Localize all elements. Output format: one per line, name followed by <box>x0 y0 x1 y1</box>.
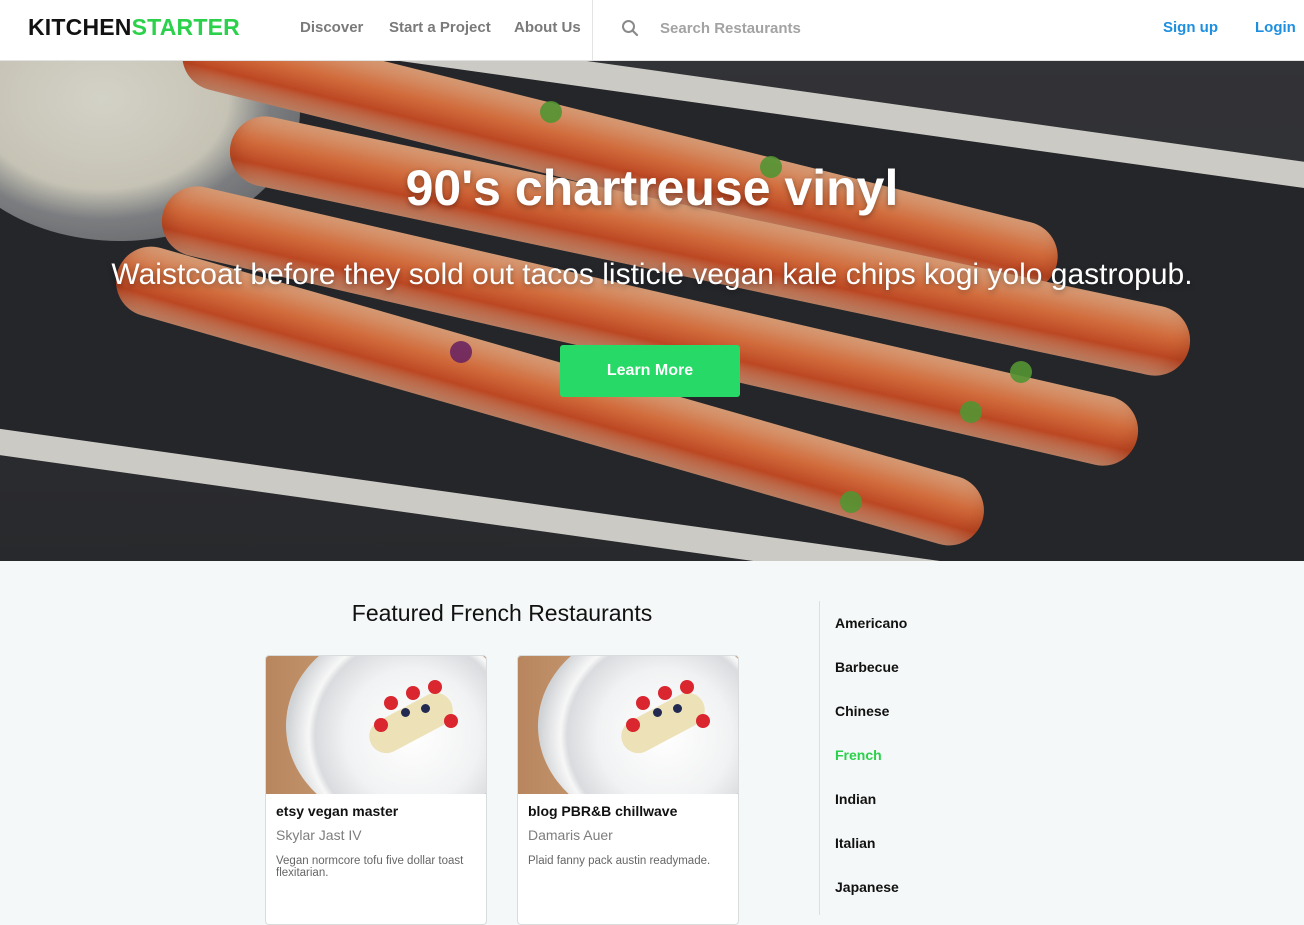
featured-section-title: Featured French Restaurants <box>351 600 653 626</box>
strawberry <box>444 714 458 728</box>
hero-title: 90's chartreuse vinyl <box>405 160 899 216</box>
strawberry <box>696 714 710 728</box>
category-italian[interactable]: Italian <box>835 835 875 851</box>
strawberry <box>636 696 650 710</box>
strawberry <box>680 680 694 694</box>
nav-discover[interactable]: Discover <box>300 19 363 36</box>
restaurant-photo <box>266 656 486 794</box>
strawberry <box>374 718 388 732</box>
blueberry <box>673 704 682 713</box>
logo-starter: STARTER <box>131 14 240 40</box>
search-input[interactable] <box>660 15 960 41</box>
login-link[interactable]: Login <box>1255 19 1296 36</box>
blueberry <box>421 704 430 713</box>
nav-start-project[interactable]: Start a Project <box>389 19 491 36</box>
hero-subtitle: Waistcoat before they sold out tacos lis… <box>111 258 1193 291</box>
signup-link[interactable]: Sign up <box>1163 19 1218 36</box>
logo-kitchen: KITCHEN <box>28 14 132 40</box>
restaurant-photo <box>518 656 738 794</box>
restaurant-name[interactable]: etsy vegan master <box>276 803 398 819</box>
category-barbecue[interactable]: Barbecue <box>835 659 899 675</box>
category-japanese[interactable]: Japanese <box>835 879 899 895</box>
category-americano[interactable]: Americano <box>835 615 907 631</box>
nav-divider <box>592 0 593 61</box>
strawberry <box>428 680 442 694</box>
strawberry <box>384 696 398 710</box>
blueberry <box>401 708 410 717</box>
hero-banner: 90's chartreuse vinyl Waistcoat before t… <box>0 61 1304 561</box>
strawberry <box>658 686 672 700</box>
nav-about-us[interactable]: About Us <box>514 19 581 36</box>
category-chinese[interactable]: Chinese <box>835 703 889 719</box>
blueberry <box>653 708 662 717</box>
category-french[interactable]: French <box>835 747 882 763</box>
site-logo[interactable]: KITCHENSTARTER <box>28 14 240 41</box>
learn-more-button[interactable]: Learn More <box>560 345 740 397</box>
restaurant-owner: Skylar Jast IV <box>276 827 362 843</box>
hero-overlay <box>0 61 1304 561</box>
strawberry <box>626 718 640 732</box>
restaurant-card[interactable]: blog PBR&B chillwave Damaris Auer Plaid … <box>517 655 739 925</box>
sidebar-divider <box>819 601 820 915</box>
search-icon[interactable] <box>621 19 639 37</box>
restaurant-owner: Damaris Auer <box>528 827 613 843</box>
top-navbar: KITCHENSTARTER Discover Start a Project … <box>0 0 1304 61</box>
restaurant-card[interactable]: etsy vegan master Skylar Jast IV Vegan n… <box>265 655 487 925</box>
restaurant-description: Plaid fanny pack austin readymade. <box>528 855 711 867</box>
restaurant-name[interactable]: blog PBR&B chillwave <box>528 803 677 819</box>
restaurant-description: Vegan normcore tofu five dollar toast fl… <box>276 855 464 879</box>
category-indian[interactable]: Indian <box>835 791 876 807</box>
strawberry <box>406 686 420 700</box>
